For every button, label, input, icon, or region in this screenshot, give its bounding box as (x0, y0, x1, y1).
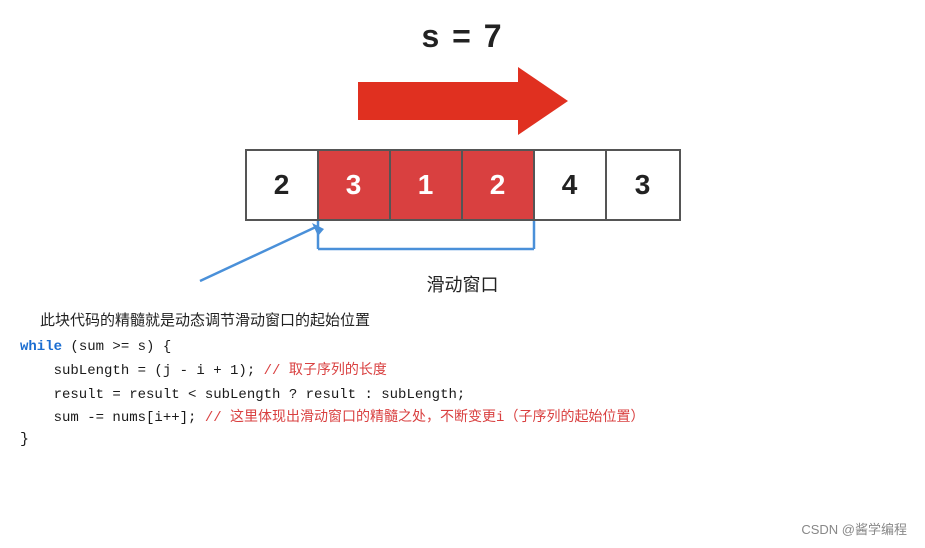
arrow-body (358, 82, 518, 120)
direction-arrow (358, 67, 568, 135)
arrow-container (0, 67, 925, 135)
while-condition: (sum >= s) { (62, 339, 171, 355)
watermark: CSDN @酱学编程 (801, 519, 907, 538)
bracket-svg (0, 221, 925, 291)
code-block: while (sum >= s) { subLength = (j - i + … (20, 336, 925, 431)
closing-brace: } (20, 431, 925, 448)
sublength-assign: subLength = (j - i + 1); (20, 363, 264, 379)
result-assign: result = result < subLength ? result : s… (20, 387, 465, 403)
code-line-1: while (sum >= s) { (20, 336, 925, 360)
array-cell-1: 3 (319, 151, 391, 219)
while-keyword: while (20, 339, 62, 355)
array-cell-0: 2 (247, 151, 319, 219)
array-cell-5: 3 (607, 151, 679, 219)
description-text: 此块代码的精髓就是动态调节滑动窗口的起始位置 (40, 309, 925, 330)
comment-2: // 这里体现出滑动窗口的精髓之处，不断变更i（子序列的起始位置） (205, 410, 645, 426)
array-wrapper: 231243 (245, 149, 681, 221)
array-cell-3: 2 (463, 151, 535, 219)
comment-1: // 取子序列的长度 (264, 363, 387, 379)
code-line-2: subLength = (j - i + 1); // 取子序列的长度 (20, 360, 925, 384)
array-cell-2: 1 (391, 151, 463, 219)
title: s = 7 (0, 0, 925, 55)
arrow-head (518, 67, 568, 135)
code-line-4: sum -= nums[i++]; // 这里体现出滑动窗口的精髓之处，不断变更… (20, 407, 925, 431)
code-line-3: result = result < subLength ? result : s… (20, 384, 925, 408)
sum-decrement: sum -= nums[i++]; (20, 410, 205, 426)
array-cell-4: 4 (535, 151, 607, 219)
array-container: 231243 (0, 149, 925, 221)
bracket-section (0, 221, 925, 291)
